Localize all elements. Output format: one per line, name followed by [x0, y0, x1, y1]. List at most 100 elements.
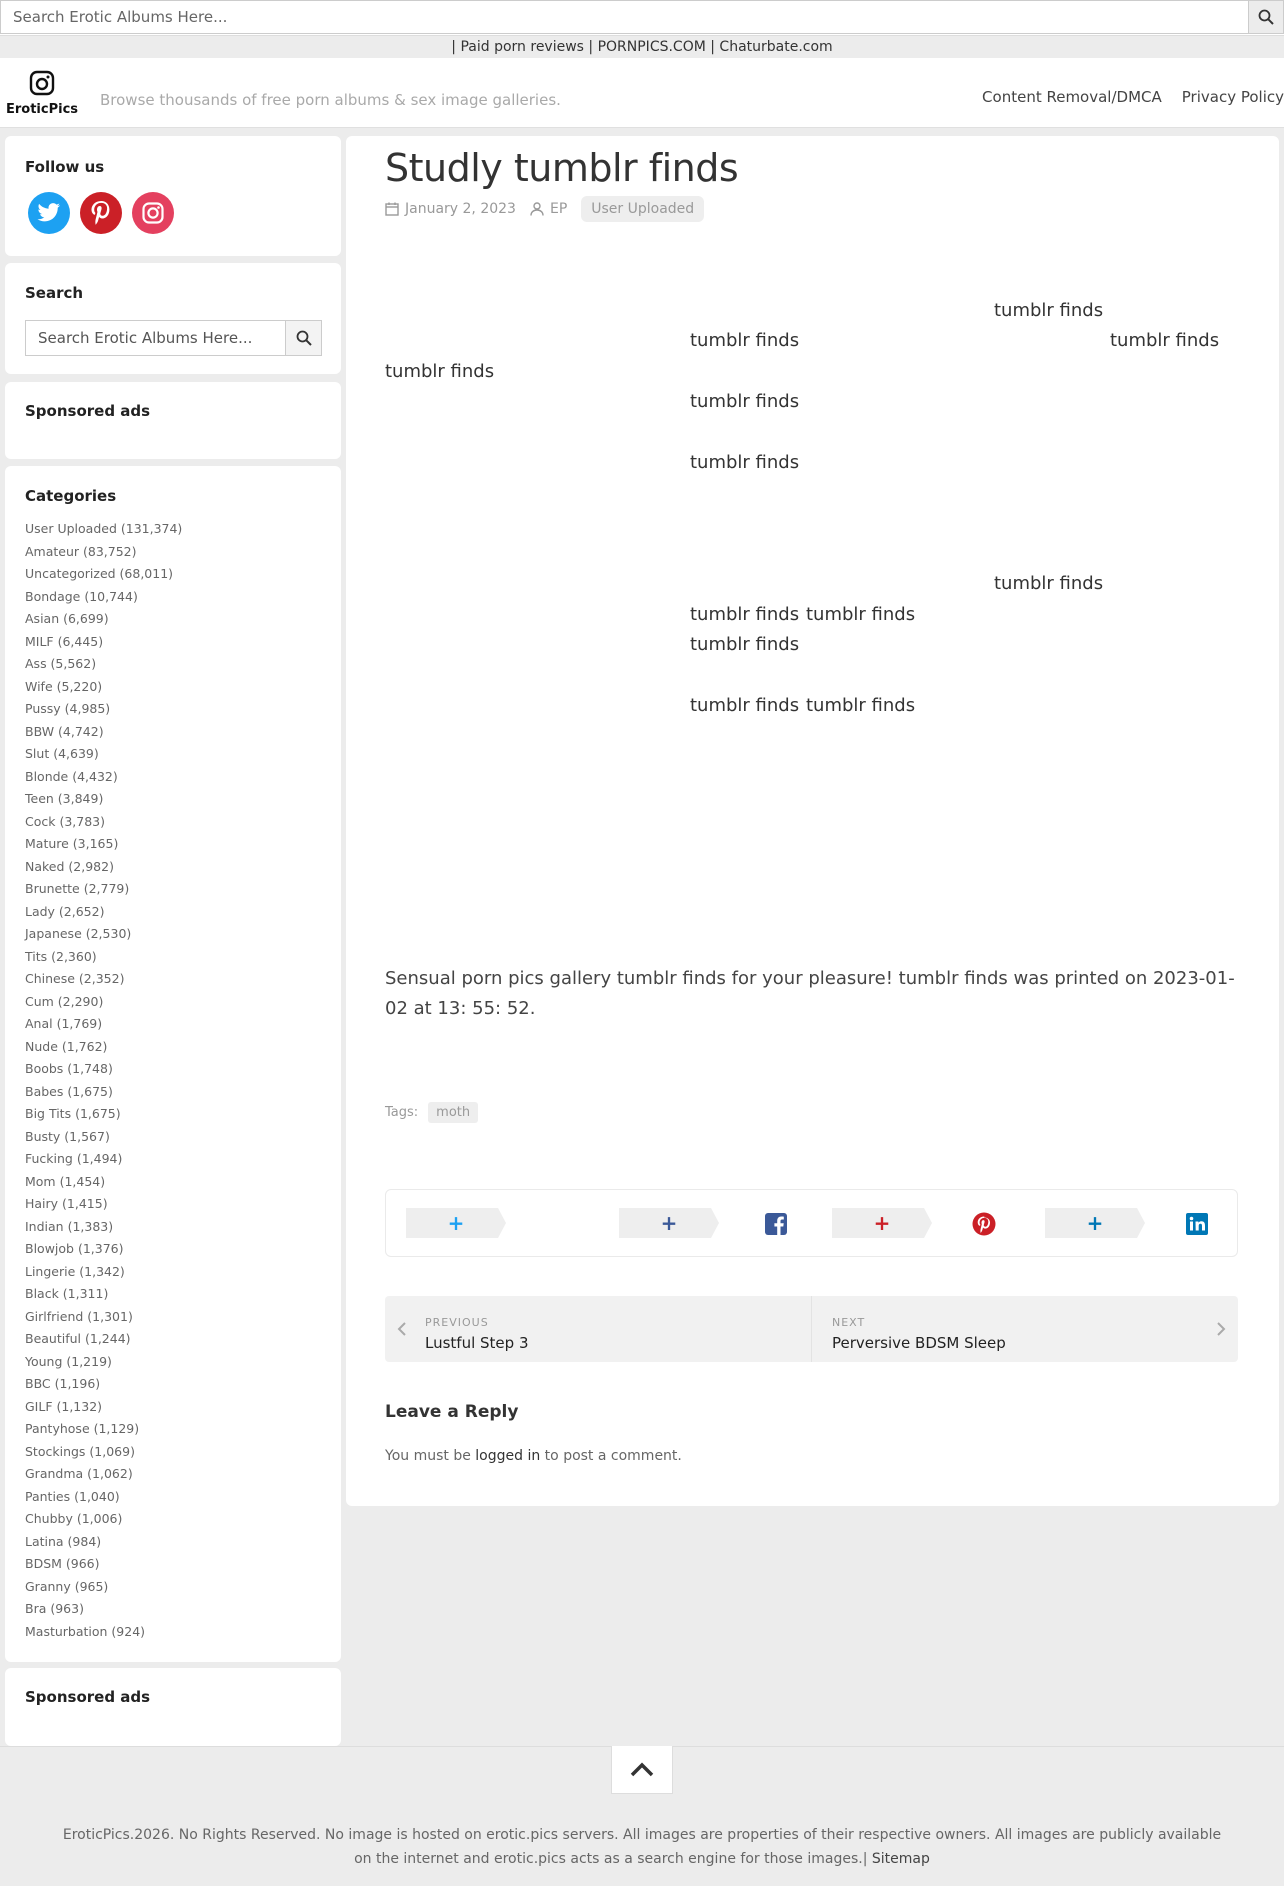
- category-link[interactable]: Mom (1,454): [25, 1171, 182, 1194]
- top-search-button[interactable]: [1248, 0, 1284, 34]
- sponsored-title-2: Sponsored ads: [25, 1688, 151, 1706]
- category-link[interactable]: Slut (4,639): [25, 743, 182, 766]
- tag-link[interactable]: moth: [428, 1102, 479, 1123]
- category-link[interactable]: Anal (1,769): [25, 1013, 182, 1036]
- nav-privacy-policy[interactable]: Privacy Policy: [1182, 88, 1284, 106]
- category-badge[interactable]: User Uploaded: [581, 196, 705, 222]
- category-link[interactable]: Teen (3,849): [25, 788, 182, 811]
- category-link[interactable]: Masturbation (924): [25, 1621, 182, 1644]
- category-link[interactable]: Cock (3,783): [25, 811, 182, 834]
- category-link[interactable]: Beautiful (1,244): [25, 1328, 182, 1351]
- category-link[interactable]: Japanese (2,530): [25, 923, 182, 946]
- post-author-text[interactable]: EP: [550, 201, 567, 217]
- category-link[interactable]: Panties (1,040): [25, 1486, 182, 1509]
- category-link[interactable]: BDSM (966): [25, 1553, 182, 1576]
- instagram-button[interactable]: [132, 192, 174, 234]
- category-link[interactable]: Girlfriend (1,301): [25, 1306, 182, 1329]
- twitter-share-count[interactable]: +: [406, 1208, 506, 1238]
- category-link[interactable]: MILF (6,445): [25, 631, 182, 654]
- post-description: Sensual porn pics gallery tumblr finds f…: [385, 968, 1235, 1019]
- category-link[interactable]: Mature (3,165): [25, 833, 182, 856]
- category-link[interactable]: Asian (6,699): [25, 608, 182, 631]
- sponsored-title: Sponsored ads: [25, 402, 151, 420]
- category-link[interactable]: Hairy (1,415): [25, 1193, 182, 1216]
- gallery-image[interactable]: tumblr finds: [690, 330, 799, 351]
- next-post-link[interactable]: NEXT Perversive BDSM Sleep: [812, 1296, 1238, 1362]
- category-link[interactable]: Cum (2,290): [25, 991, 182, 1014]
- category-link[interactable]: Blowjob (1,376): [25, 1238, 182, 1261]
- top-search-input[interactable]: [0, 0, 1248, 34]
- category-link[interactable]: Pantyhose (1,129): [25, 1418, 182, 1441]
- gallery-image[interactable]: tumblr finds: [690, 391, 799, 412]
- previous-post-link[interactable]: PREVIOUS Lustful Step 3: [385, 1296, 811, 1362]
- gallery-image[interactable]: tumblr finds: [690, 452, 799, 473]
- tags-label: Tags:: [385, 1105, 419, 1120]
- category-link[interactable]: Fucking (1,494): [25, 1148, 182, 1171]
- gallery-image[interactable]: tumblr finds: [994, 300, 1103, 321]
- category-link[interactable]: Indian (1,383): [25, 1216, 182, 1239]
- category-link[interactable]: Stockings (1,069): [25, 1441, 182, 1464]
- sitemap-link[interactable]: Sitemap: [872, 1851, 930, 1867]
- gallery-image[interactable]: tumblr finds: [806, 604, 915, 625]
- social-links: [28, 192, 174, 234]
- category-link[interactable]: User Uploaded (131,374): [25, 518, 182, 541]
- category-link[interactable]: Naked (2,982): [25, 856, 182, 879]
- category-link[interactable]: Bra (963): [25, 1598, 182, 1621]
- categories-widget: Categories User Uploaded (131,374) Amateu…: [5, 466, 341, 1662]
- category-link[interactable]: Young (1,219): [25, 1351, 182, 1374]
- category-link[interactable]: Chubby (1,006): [25, 1508, 182, 1531]
- category-link[interactable]: Wife (5,220): [25, 676, 182, 699]
- back-to-top-button[interactable]: [611, 1746, 673, 1794]
- category-link[interactable]: Tits (2,360): [25, 946, 182, 969]
- login-link[interactable]: logged in: [475, 1448, 540, 1464]
- category-link[interactable]: Big Tits (1,675): [25, 1103, 182, 1126]
- category-link[interactable]: Blonde (4,432): [25, 766, 182, 789]
- category-link[interactable]: Lingerie (1,342): [25, 1261, 182, 1284]
- category-link[interactable]: Boobs (1,748): [25, 1058, 182, 1081]
- facebook-icon[interactable]: [764, 1212, 788, 1236]
- category-link[interactable]: Uncategorized (68,011): [25, 563, 182, 586]
- gallery-image[interactable]: tumblr finds: [385, 361, 494, 382]
- category-link[interactable]: Grandma (1,062): [25, 1463, 182, 1486]
- category-link[interactable]: Chinese (2,352): [25, 968, 182, 991]
- pinterest-share-count[interactable]: +: [832, 1208, 932, 1238]
- category-link[interactable]: Pussy (4,985): [25, 698, 182, 721]
- category-link[interactable]: Busty (1,567): [25, 1126, 182, 1149]
- category-link[interactable]: Ass (5,562): [25, 653, 182, 676]
- pinterest-icon[interactable]: [972, 1212, 996, 1236]
- gallery-image[interactable]: tumblr finds: [690, 604, 799, 625]
- next-label: NEXT: [832, 1316, 866, 1329]
- calendar-icon: [385, 202, 399, 216]
- category-link[interactable]: Latina (984): [25, 1531, 182, 1554]
- sidebar-search: [25, 320, 322, 356]
- gallery-image[interactable]: tumblr finds: [690, 634, 799, 655]
- sidebar-search-input[interactable]: [25, 320, 286, 356]
- nav-content-removal[interactable]: Content Removal/DMCA: [982, 88, 1162, 106]
- site-logo[interactable]: EroticPics: [6, 70, 78, 120]
- category-link[interactable]: Black (1,311): [25, 1283, 182, 1306]
- category-link[interactable]: Lady (2,652): [25, 901, 182, 924]
- gallery-image[interactable]: tumblr finds: [690, 695, 799, 716]
- linkedin-icon[interactable]: [1185, 1212, 1209, 1236]
- category-link[interactable]: Granny (965): [25, 1576, 182, 1599]
- category-link[interactable]: BBW (4,742): [25, 721, 182, 744]
- pinterest-button[interactable]: [80, 192, 122, 234]
- category-link[interactable]: GILF (1,132): [25, 1396, 182, 1419]
- category-link[interactable]: Brunette (2,779): [25, 878, 182, 901]
- category-link[interactable]: Bondage (10,744): [25, 586, 182, 609]
- category-link[interactable]: Babes (1,675): [25, 1081, 182, 1104]
- partner-links[interactable]: | Paid porn reviews | PORNPICS.COM | Cha…: [0, 36, 1284, 58]
- category-link[interactable]: Amateur (83,752): [25, 541, 182, 564]
- post-date-text[interactable]: January 2, 2023: [405, 201, 516, 217]
- category-link[interactable]: BBC (1,196): [25, 1373, 182, 1396]
- gallery-image[interactable]: tumblr finds: [806, 695, 915, 716]
- sidebar-search-button[interactable]: [286, 320, 322, 356]
- twitter-button[interactable]: [28, 192, 70, 234]
- gallery-image[interactable]: tumblr finds: [994, 573, 1103, 594]
- category-link[interactable]: Nude (1,762): [25, 1036, 182, 1059]
- search-title: Search: [25, 284, 84, 302]
- gallery-image[interactable]: tumblr finds: [1110, 330, 1219, 351]
- facebook-share-count[interactable]: +: [619, 1208, 719, 1238]
- category-list: User Uploaded (131,374) Amateur (83,752) U…: [25, 518, 182, 1643]
- linkedin-share-count[interactable]: +: [1045, 1208, 1145, 1238]
